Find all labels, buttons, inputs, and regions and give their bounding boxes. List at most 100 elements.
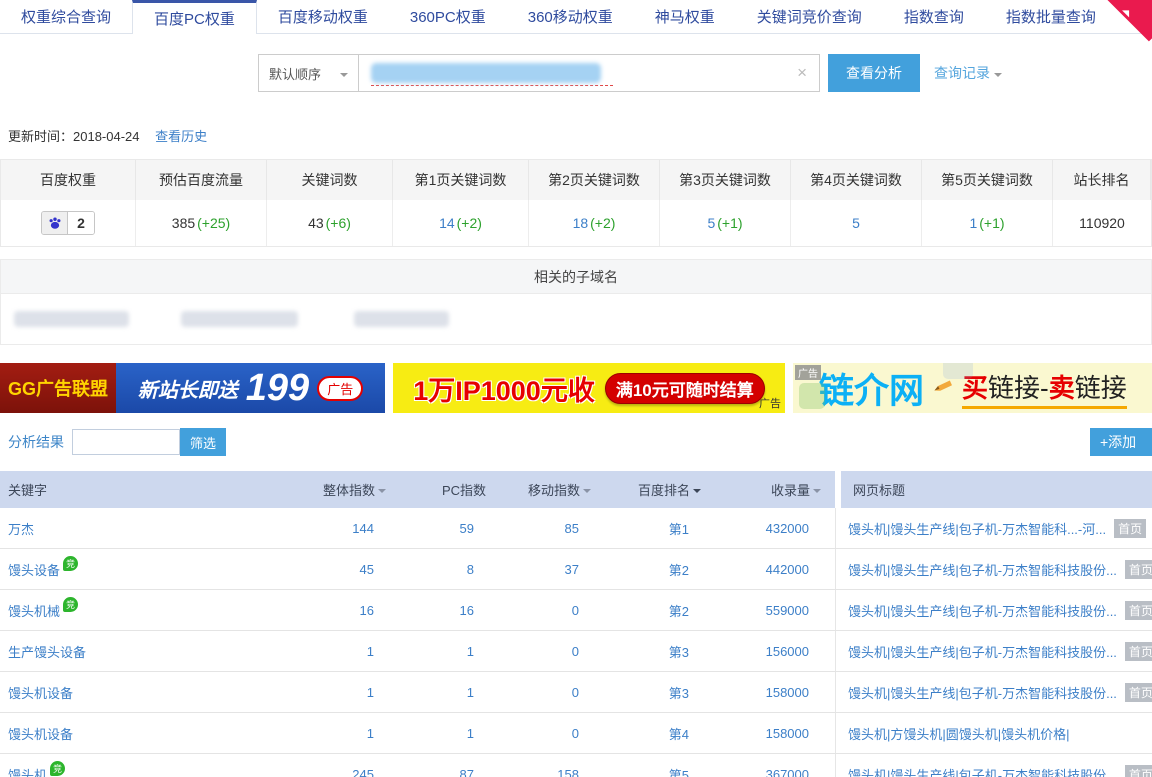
summary-header-cell: 第5页关键词数 (922, 160, 1053, 200)
metric-value: 110920 (1079, 215, 1125, 231)
ad-banner-gg[interactable]: GG广告联盟 新站长即送 199 广告 (0, 363, 385, 413)
metric-delta: (+6) (326, 215, 351, 231)
col-header-label: 移动指数 (528, 480, 580, 499)
tab[interactable]: 指数批量查询 (985, 0, 1117, 33)
keyword-link[interactable]: 生产馒头设备 (8, 642, 86, 661)
table-row: 生产馒头设备 1 1 0 第3 156000 馒头机|馒头生产线|包子机-万杰智… (0, 631, 1152, 672)
overall-index-value: 1 (300, 631, 400, 671)
col-header-page-title: 网页标题 (835, 471, 1152, 508)
col-header-overall-index[interactable]: 整体指数 (300, 471, 400, 508)
sort-order-value: 默认顺序 (269, 64, 321, 83)
keyword-link[interactable]: 万杰 (8, 519, 34, 538)
summary-value-cell: 43 (+6) (267, 200, 393, 246)
mobile-index-value: 0 (500, 631, 605, 671)
col-header-indexed[interactable]: 收录量 (715, 471, 835, 508)
tab[interactable]: 360PC权重 (389, 0, 507, 33)
summary-header-cell: 关键词数 (267, 160, 393, 200)
mobile-index-value: 0 (500, 713, 605, 753)
overall-index-value: 245 (300, 754, 400, 777)
pc-index-value: 87 (400, 754, 500, 777)
keyword-link[interactable]: 馒头机 (8, 765, 47, 777)
summary-header-cell: 第3页关键词数 (660, 160, 791, 200)
tab[interactable]: 百度移动权重 (257, 0, 389, 33)
tab-label: 百度移动权重 (278, 6, 368, 27)
baidu-rank-value: 第3 (605, 672, 715, 712)
metric-delta: (+1) (717, 215, 742, 231)
summary-header-cell: 第1页关键词数 (393, 160, 529, 200)
col-header-label: 收录量 (771, 480, 810, 499)
ad-tag: 广告 (795, 365, 821, 380)
summary-value-cell: 1 (+1) (922, 200, 1053, 246)
metric-delta: (+1) (979, 215, 1004, 231)
summary-value-cell: 5 (791, 200, 922, 246)
filter-bar: 分析结果 筛选 +添加 (0, 427, 1152, 457)
ad-banner-row: GG广告联盟 新站长即送 199 广告 1万IP1000元收 满10元可随时结算… (0, 363, 1152, 413)
page-title-link[interactable]: 馒头机|馒头生产线|包子机-万杰智能科技股份... (848, 560, 1117, 579)
clear-icon[interactable]: × (797, 63, 807, 83)
metric-value: 43 (308, 215, 324, 231)
tab[interactable]: 神马权重 (634, 0, 736, 33)
sort-order-select[interactable]: 默认顺序 (258, 54, 358, 92)
ad-brand: 链介网 (819, 363, 924, 413)
indexed-count-value: 158000 (715, 672, 835, 712)
redacted-subdomain[interactable] (354, 311, 449, 327)
redacted-subdomain[interactable] (181, 311, 298, 327)
baidu-rank-value: 第2 (605, 549, 715, 589)
analysis-result-label: 分析结果 (8, 432, 64, 452)
redacted-url (371, 62, 613, 86)
tab[interactable]: 百度PC权重 (132, 0, 257, 34)
ad-banner-ip[interactable]: 1万IP1000元收 满10元可随时结算 广告 (393, 363, 785, 413)
metric-value: 18 (573, 215, 589, 231)
tab-label: 指数批量查询 (1006, 6, 1096, 27)
baidu-rank-value: 第5 (605, 754, 715, 777)
sort-arrow-icon (378, 489, 386, 497)
tab-label: 百度PC权重 (154, 8, 235, 29)
metric-value: 5 (852, 215, 860, 231)
keyword-table: 关键字 整体指数 PC指数 移动指数 百度排名 收录量 (0, 471, 1152, 777)
overall-index-value: 16 (300, 590, 400, 630)
tab[interactable]: 360移动权重 (507, 0, 634, 33)
col-header-mobile-index[interactable]: 移动指数 (500, 471, 605, 508)
tab[interactable]: 权重综合查询 (0, 0, 132, 33)
ad-tag: 广告 (317, 376, 363, 401)
keyword-link[interactable]: 馒头设备 (8, 560, 60, 579)
ad-brand: GG广告联盟 (0, 363, 116, 413)
filter-input[interactable] (72, 429, 180, 455)
analyze-button[interactable]: 查看分析 (828, 54, 920, 92)
keyword-link[interactable]: 馒头机设备 (8, 724, 73, 743)
query-history-dropdown[interactable]: 查询记录 (934, 63, 1002, 83)
pc-index-value: 8 (400, 549, 500, 589)
col-header-pc-index[interactable]: PC指数 (400, 471, 500, 508)
subdomain-title: 相关的子域名 (1, 260, 1151, 294)
baidu-weight-cell: 2 (1, 200, 136, 246)
col-header-baidu-rank[interactable]: 百度排名 (605, 471, 715, 508)
metric-delta: (+2) (457, 215, 482, 231)
view-history-link[interactable]: 查看历史 (155, 129, 207, 144)
page-title-link[interactable]: 馒头机|馒头生产线|包子机-万杰智能科技股份... (848, 765, 1117, 777)
pc-index-value: 59 (400, 508, 500, 548)
summary-header-cell: 第2页关键词数 (529, 160, 660, 200)
indexed-count-value: 559000 (715, 590, 835, 630)
page-title-link[interactable]: 馒头机|馒头生产线|包子机-万杰智能科技股份... (848, 601, 1117, 620)
col-header-keyword[interactable]: 关键字 (0, 471, 300, 508)
page-title-link[interactable]: 馒头机|馒头生产线|包子机-万杰智能科技股份... (848, 683, 1117, 702)
tab[interactable]: 指数查询 (883, 0, 985, 33)
url-input[interactable]: × (358, 54, 820, 92)
keyword-link[interactable]: 馒头机械 (8, 601, 60, 620)
page-title-link[interactable]: 馒头机|馒头生产线|包子机-万杰智能科...-河... (848, 519, 1106, 538)
keyword-link[interactable]: 馒头机设备 (8, 683, 73, 702)
baidu-weight-badge: 2 (41, 211, 95, 235)
ad-banner-links[interactable]: 广告 链介网 买链接-卖链接 (793, 363, 1152, 413)
page-root: 权重综合查询 百度PC权重 百度移动权重 360PC权重 360移动权重 神马权… (0, 0, 1152, 777)
table-row: 馒头设备 竞 45 8 37 第2 442000 馒头机|馒头生产线|包子机-万… (0, 549, 1152, 590)
page-title-link[interactable]: 馒头机|馒头生产线|包子机-万杰智能科技股份... (848, 642, 1117, 661)
tab[interactable]: 关键词竞价查询 (736, 0, 883, 33)
add-button[interactable]: +添加 (1090, 428, 1152, 456)
filter-button[interactable]: 筛选 (180, 428, 226, 456)
ad-amount: 199 (246, 369, 309, 407)
overall-index-value: 1 (300, 713, 400, 753)
tab-bar: 权重综合查询 百度PC权重 百度移动权重 360PC权重 360移动权重 神马权… (0, 0, 1152, 34)
redacted-subdomain[interactable] (14, 311, 129, 327)
page-title-link[interactable]: 馒头机|方馒头机|圆馒头机|馒头机价格| (848, 724, 1070, 743)
metric-value: 1 (969, 215, 977, 231)
